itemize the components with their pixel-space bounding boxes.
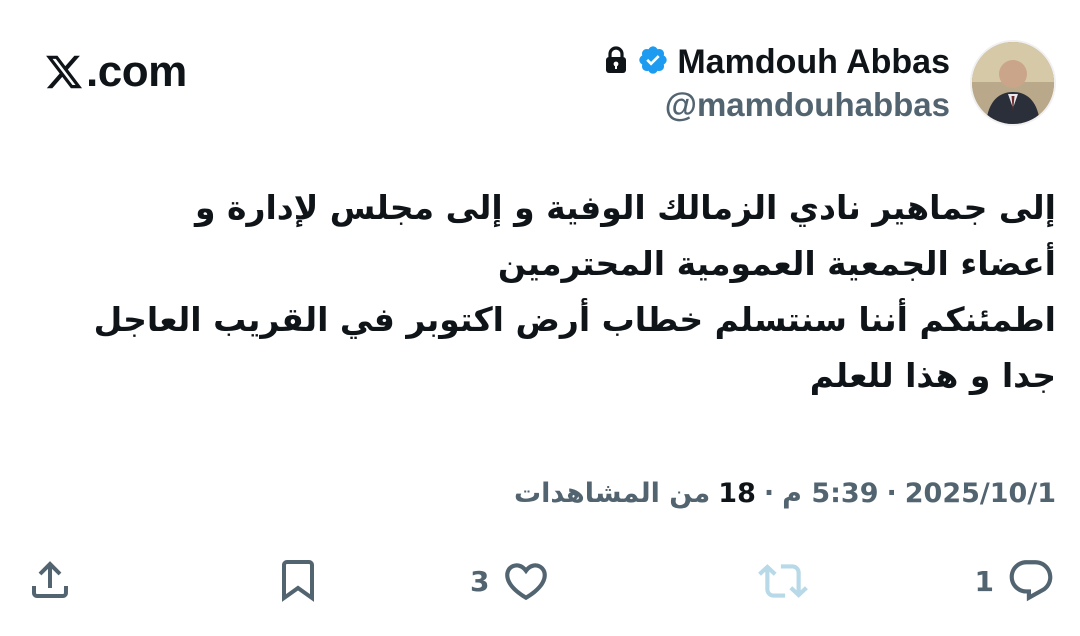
bookmark-icon xyxy=(274,556,322,604)
action-bar: 3 1 xyxy=(26,556,1056,608)
meta-separator: · xyxy=(763,478,775,509)
brand: .com xyxy=(44,50,187,94)
reply-icon xyxy=(1006,556,1056,606)
share-button[interactable] xyxy=(26,556,74,604)
tweet-line: إلى جماهير نادي الزمالك الوفية و إلى مجل… xyxy=(194,188,1056,227)
views-count: 18 xyxy=(718,478,756,509)
author-name[interactable]: Mamdouh Abbas xyxy=(677,42,950,83)
meta-separator: · xyxy=(886,478,897,509)
like-count: 3 xyxy=(470,564,490,598)
brand-site-text: .com xyxy=(86,47,187,96)
like-icon xyxy=(501,556,551,606)
x-logo-icon xyxy=(44,52,84,92)
views-label: من المشاهدات xyxy=(514,478,711,509)
author-text: Mamdouh Abbas @mamdouhabbas xyxy=(603,42,950,124)
bookmark-button[interactable] xyxy=(274,556,322,604)
retweet-button[interactable] xyxy=(758,556,808,606)
retweet-icon xyxy=(758,556,808,606)
tweet-date[interactable]: 2025/10/1 xyxy=(905,478,1056,509)
tweet-line: أعضاء الجمعية العمومية المحترمين xyxy=(497,244,1056,283)
verified-badge-icon xyxy=(637,44,669,80)
tweet-line: جدا و هذا للعلم xyxy=(809,356,1056,395)
avatar[interactable] xyxy=(970,40,1056,126)
share-icon xyxy=(26,556,74,604)
tweet-line: اطمئنكم أننا سنتسلم خطاب أرض اكتوبر في ا… xyxy=(93,300,1056,339)
tweet-meta: 2025/10/1 · 5:39 م · 18 من المشاهدات xyxy=(514,478,1056,509)
reply-button[interactable]: 1 xyxy=(975,556,1056,606)
lock-icon xyxy=(603,46,629,78)
author-handle[interactable]: @mamdouhabbas xyxy=(665,85,950,125)
tweet-text: إلى جماهير نادي الزمالك الوفية و إلى مجل… xyxy=(20,180,1056,404)
reply-count: 1 xyxy=(974,564,994,598)
name-row: Mamdouh Abbas xyxy=(603,42,950,83)
tweet-time[interactable]: 5:39 م xyxy=(782,478,878,509)
tweet-author[interactable]: Mamdouh Abbas @mamdouhabbas xyxy=(603,40,1056,126)
like-button[interactable]: 3 xyxy=(470,556,551,606)
